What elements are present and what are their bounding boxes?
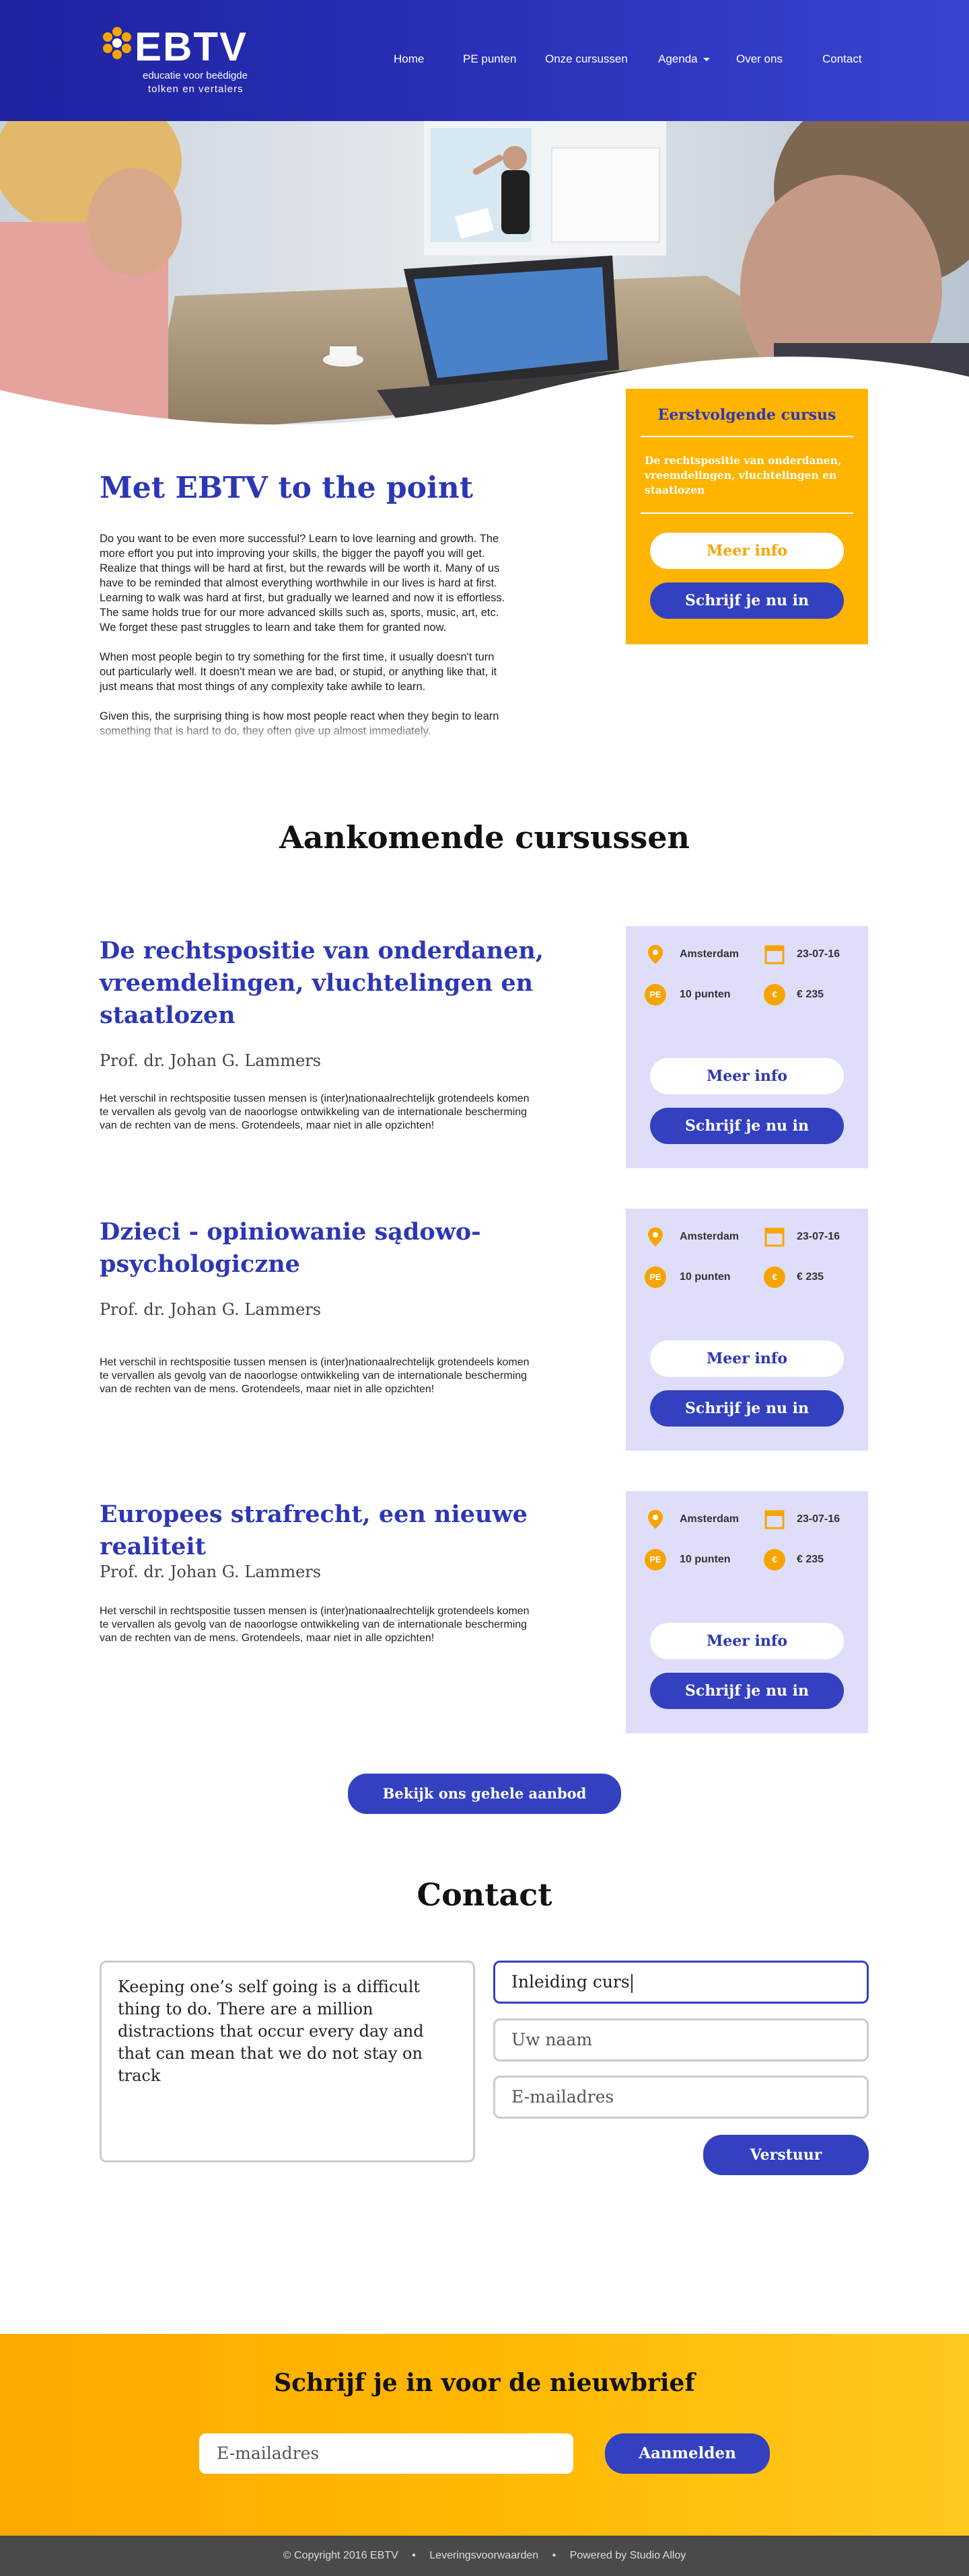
location-pin-icon <box>648 1510 663 1529</box>
course-points: 10 punten <box>680 1271 731 1283</box>
course-teacher: Prof. dr. Johan G. Lammers <box>100 1562 322 1581</box>
course-info-button[interactable]: Meer info <box>650 1340 844 1377</box>
euro-icon: € <box>764 1266 785 1288</box>
divider <box>641 436 853 437</box>
nav-agenda[interactable]: Agenda <box>658 52 710 66</box>
next-course-title[interactable]: De rechtspositie van onderdanen, vreemde… <box>645 453 847 498</box>
hero-photo <box>0 121 969 430</box>
course-title[interactable]: Europees strafrecht, een nieuwe realitei… <box>100 1499 584 1563</box>
course-location: Amsterdam <box>680 948 740 960</box>
calendar-icon <box>764 1510 785 1529</box>
course-description: Het verschil in rechtspositie tussen men… <box>100 1093 530 1131</box>
footer-separator: • <box>412 2550 416 2561</box>
intro-paragraph: Do you want to be even more successful? … <box>100 533 505 634</box>
course-card: Amsterdam 23-07-16 PE 10 punten € € 235 … <box>626 1491 868 1733</box>
course-points: 10 punten <box>680 1554 731 1565</box>
course-signup-button[interactable]: Schrijf je nu in <box>650 1673 844 1709</box>
course-info-button[interactable]: Meer info <box>650 1623 844 1659</box>
pe-points-icon: PE <box>645 1266 666 1288</box>
main-nav: Home PE punten Onze cursussen Agenda Ove… <box>377 52 875 69</box>
text-cursor <box>631 1973 633 1993</box>
newsletter-email-field[interactable]: E-mailadres <box>199 2433 573 2474</box>
course-date: 23-07-16 <box>797 948 840 960</box>
logo-wordmark: EBTV <box>135 24 248 69</box>
course-card: Amsterdam 23-07-16 PE 10 punten € € 235 … <box>626 1209 868 1451</box>
chevron-down-icon <box>703 58 710 62</box>
nav-agenda-label: Agenda <box>658 52 698 65</box>
course-description: Het verschil in rechtspositie tussen men… <box>100 1605 530 1644</box>
course-price: € 235 <box>797 1554 824 1565</box>
course-date: 23-07-16 <box>797 1231 840 1242</box>
newsletter-subscribe-button[interactable]: Aanmelden <box>605 2433 770 2474</box>
course-description: Het verschil in rechtspositie tussen men… <box>100 1357 530 1395</box>
calendar-icon <box>764 1227 785 1247</box>
euro-icon: € <box>764 984 785 1006</box>
course-location: Amsterdam <box>680 1513 740 1525</box>
location-pin-icon <box>648 945 663 964</box>
view-all-courses-button[interactable]: Bekijk ons gehele aanbod <box>348 1774 621 1814</box>
nav-onze-cursussen[interactable]: Onze cursussen <box>545 52 628 66</box>
next-course-signup-button[interactable]: Schrijf je nu in <box>650 582 844 619</box>
divider <box>641 513 853 514</box>
course-field-value: Inleiding curs <box>511 1972 630 1992</box>
nav-contact[interactable]: Contact <box>822 52 862 66</box>
calendar-icon <box>764 945 785 964</box>
course-location: Amsterdam <box>680 1231 740 1242</box>
nav-home[interactable]: Home <box>394 52 424 66</box>
nav-pe-punten[interactable]: PE punten <box>463 52 516 66</box>
pe-points-icon: PE <box>645 984 666 1006</box>
course-title[interactable]: Dzieci - opiniowanie sądowo-psychologicz… <box>100 1216 584 1281</box>
course-field[interactable]: Inleiding curs <box>493 1961 869 2004</box>
footer-terms-link[interactable]: Leveringsvoorwaarden <box>429 2550 538 2561</box>
message-textarea[interactable]: Keeping one’s self going is a difficult … <box>100 1961 475 2162</box>
flower-logo-icon <box>103 27 131 59</box>
contact-title: Contact <box>417 1877 552 1913</box>
course-price: € 235 <box>797 989 824 1000</box>
classroom-photo <box>0 121 969 430</box>
euro-icon: € <box>764 1549 785 1570</box>
site-header: EBTV educatie voor beëdigde tolken en ve… <box>0 0 969 121</box>
course-teacher: Prof. dr. Johan G. Lammers <box>100 1300 322 1319</box>
intro-body: Do you want to be even more successful? … <box>100 531 510 747</box>
course-info-button[interactable]: Meer info <box>650 1058 844 1094</box>
intro-paragraph: When most people begin to try something … <box>100 651 497 693</box>
footer-powered-link[interactable]: Powered by Studio Alloy <box>570 2550 686 2561</box>
footer-copyright: © Copyright 2016 EBTV <box>283 2550 398 2561</box>
newsletter-title: Schrijf je in voor de nieuwbrief <box>274 2369 695 2397</box>
ebtv-logo[interactable]: EBTV educatie voor beëdigde tolken en ve… <box>100 26 254 100</box>
send-button[interactable]: Verstuur <box>703 2135 869 2175</box>
logo-tagline-1: educatie voor beëdigde <box>143 70 248 81</box>
course-price: € 235 <box>797 1271 824 1283</box>
pe-points-icon: PE <box>645 1549 666 1570</box>
name-field[interactable]: Uw naam <box>493 2018 869 2061</box>
course-card: Amsterdam 23-07-16 PE 10 punten € € 235 … <box>626 926 868 1168</box>
course-signup-button[interactable]: Schrijf je nu in <box>650 1108 844 1144</box>
newsletter-section: Schrijf je in voor de nieuwbrief E-maila… <box>0 2334 969 2536</box>
location-pin-icon <box>648 1227 663 1246</box>
course-teacher: Prof. dr. Johan G. Lammers <box>100 1051 322 1070</box>
logo-tagline-2: tolken en vertalers <box>148 83 244 95</box>
course-signup-button[interactable]: Schrijf je nu in <box>650 1390 844 1427</box>
course-date: 23-07-16 <box>797 1513 840 1525</box>
next-course-card: Eerstvolgende cursus De rechtspositie va… <box>626 389 868 644</box>
nav-over-ons[interactable]: Over ons <box>736 52 783 66</box>
footer-separator: • <box>552 2550 557 2561</box>
course-title[interactable]: De rechtspositie van onderdanen, vreemde… <box>100 935 584 1032</box>
upcoming-title: Aankomende cursussen <box>279 819 690 856</box>
email-field[interactable]: E-mailadres <box>493 2076 869 2119</box>
site-footer: © Copyright 2016 EBTV • Leveringsvoorwaa… <box>0 2536 969 2576</box>
next-course-info-button[interactable]: Meer info <box>650 533 844 569</box>
intro-fade <box>100 720 510 747</box>
next-course-heading: Eerstvolgende cursus <box>657 406 836 424</box>
intro-title: Met EBTV to the point <box>100 471 474 505</box>
course-points: 10 punten <box>680 989 731 1000</box>
